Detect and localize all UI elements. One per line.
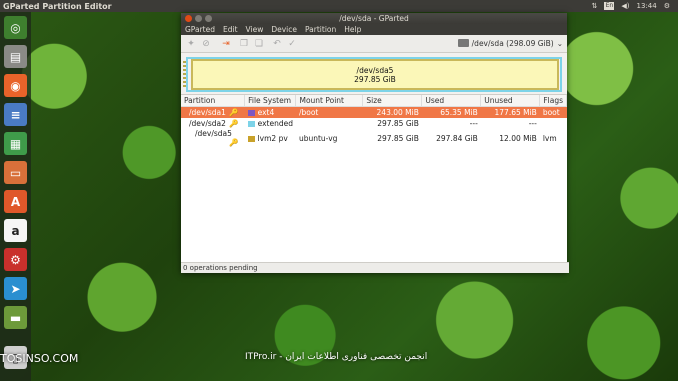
fs-color-swatch — [247, 121, 255, 127]
col-file-system[interactable]: File System — [244, 95, 297, 107]
disk-map-size: 297.85 GiB — [354, 75, 396, 84]
key-icon: 🔑 — [229, 108, 239, 117]
telegram-icon[interactable]: ➤ — [4, 277, 27, 300]
menu-gparted[interactable]: GParted — [181, 25, 219, 34]
unused: 177.65 MiB — [480, 106, 540, 118]
key-icon: 🔑 — [229, 138, 239, 147]
gear-icon[interactable]: ⚙ — [664, 2, 670, 10]
size: 297.85 GiB — [377, 133, 419, 143]
watermark-right: ITPro.ir - انجمن تخصصی فناوری اطلاعات ای… — [245, 352, 428, 362]
table-row[interactable]: /dev/sda1 🔑 ext4 /boot 243.00 MiB 65.35 M… — [181, 106, 567, 118]
gparted-icon[interactable]: ▬ — [4, 306, 27, 329]
col-flags[interactable]: Flags — [539, 95, 567, 107]
top-panel: GParted Partition Editor ⇅ En ◀) 13:44 ⚙ — [0, 0, 678, 12]
used: --- — [469, 119, 478, 128]
status-bar: 0 operations pending — [181, 262, 569, 273]
gparted-window: /dev/sda - GParted GParted Edit View Dev… — [181, 13, 569, 273]
fs-name: lvm2 pv — [257, 133, 288, 143]
writer-icon[interactable]: ≡ — [4, 103, 27, 126]
menubar: GParted Edit View Device Partition Help — [181, 24, 567, 35]
device-selector-label: /dev/sda (298.09 GiB) — [471, 38, 554, 48]
fs-name: extended — [257, 119, 293, 128]
window-titlebar: /dev/sda - GParted — [181, 13, 567, 24]
menu-device[interactable]: Device — [267, 25, 301, 34]
dash-icon[interactable]: ◎ — [4, 16, 27, 39]
files-icon[interactable]: ▤ — [4, 45, 27, 68]
keyboard-layout-indicator[interactable]: En — [604, 2, 615, 10]
mount-point: ubuntu-vg — [298, 133, 338, 143]
flags: lvm — [542, 133, 557, 143]
col-partition[interactable]: Partition — [181, 95, 246, 107]
col-unused[interactable]: Unused — [480, 95, 541, 107]
volume-icon[interactable]: ◀) — [621, 2, 629, 10]
disk-map-name: /dev/sda5 — [356, 66, 394, 75]
fs-color-swatch — [247, 135, 255, 142]
launcher: ◎ ▤ ◉ ≡ ▦ ▭ A a ⚙ ➤ ▬ ▯ — [0, 12, 31, 381]
table-row[interactable]: /dev/sda2 🔑 extended 297.85 GiB --- --- — [181, 118, 567, 129]
new-icon[interactable]: ✦ — [186, 39, 196, 49]
partition-name: /dev/sda2 — [189, 119, 226, 128]
window-title: /dev/sda - GParted — [339, 14, 409, 23]
calc-icon[interactable]: ▦ — [4, 132, 27, 155]
key-icon: 🔑 — [229, 119, 239, 128]
delete-icon[interactable]: ⊘ — [201, 39, 211, 49]
menu-partition[interactable]: Partition — [301, 25, 340, 34]
flags: boot — [539, 106, 567, 118]
partition-table: Partition File System Mount Point Size U… — [181, 95, 567, 147]
apply-icon[interactable]: ✓ — [287, 39, 297, 49]
menu-help[interactable]: Help — [340, 25, 365, 34]
mount-point: /boot — [295, 106, 363, 118]
unused: --- — [528, 119, 537, 128]
col-used[interactable]: Used — [421, 95, 482, 107]
paste-icon[interactable]: ❏ — [254, 39, 264, 49]
firefox-icon[interactable]: ◉ — [4, 74, 27, 97]
clock[interactable]: 13:44 — [637, 2, 657, 10]
software-center-icon[interactable]: A — [4, 190, 27, 213]
size: 297.85 GiB — [377, 119, 419, 128]
network-icon[interactable]: ⇅ — [592, 2, 598, 10]
settings-icon[interactable]: ⚙ — [4, 248, 27, 271]
fs-name: ext4 — [257, 108, 275, 117]
device-selector[interactable]: /dev/sda (298.09 GiB) ⌄ — [457, 37, 563, 49]
indicator-area: ⇅ En ◀) 13:44 ⚙ — [592, 2, 678, 10]
partition-name: /dev/sda5 — [195, 129, 232, 138]
partition-name: /dev/sda1 — [189, 108, 226, 117]
unused: 12.00 MiB — [499, 133, 537, 143]
amazon-icon[interactable]: a — [4, 219, 27, 242]
menu-edit[interactable]: Edit — [219, 25, 242, 34]
chevron-down-icon: ⌄ — [556, 38, 563, 48]
col-size[interactable]: Size — [362, 95, 423, 107]
toolbar: ✦ ⊘ ⇥ ❐ ❏ ↶ ✓ /dev/sda (298.09 GiB) ⌄ — [181, 35, 567, 53]
disk-map: /dev/sda5 297.85 GiB — [181, 53, 567, 95]
menu-view[interactable]: View — [242, 25, 268, 34]
resize-icon[interactable]: ⇥ — [221, 39, 231, 49]
undo-icon[interactable]: ↶ — [272, 39, 282, 49]
disk-icon — [457, 39, 469, 47]
app-title: GParted Partition Editor — [3, 1, 112, 11]
used: 297.84 GiB — [436, 133, 478, 143]
col-mount-point[interactable]: Mount Point — [295, 95, 364, 107]
impress-icon[interactable]: ▭ — [4, 161, 27, 184]
disk-map-partition[interactable]: /dev/sda5 297.85 GiB — [191, 59, 559, 90]
fs-color-swatch — [247, 110, 255, 116]
used: 65.35 MiB — [421, 106, 481, 118]
table-row[interactable]: /dev/sda5 🔑 lvm2 pv ubuntu-vg 297.85 GiB … — [181, 129, 567, 147]
watermark-left: TOSINSO.COM — [0, 352, 79, 365]
size: 243.00 MiB — [362, 106, 422, 118]
flags — [540, 118, 567, 129]
mount-point — [296, 118, 363, 129]
copy-icon[interactable]: ❐ — [239, 39, 249, 49]
